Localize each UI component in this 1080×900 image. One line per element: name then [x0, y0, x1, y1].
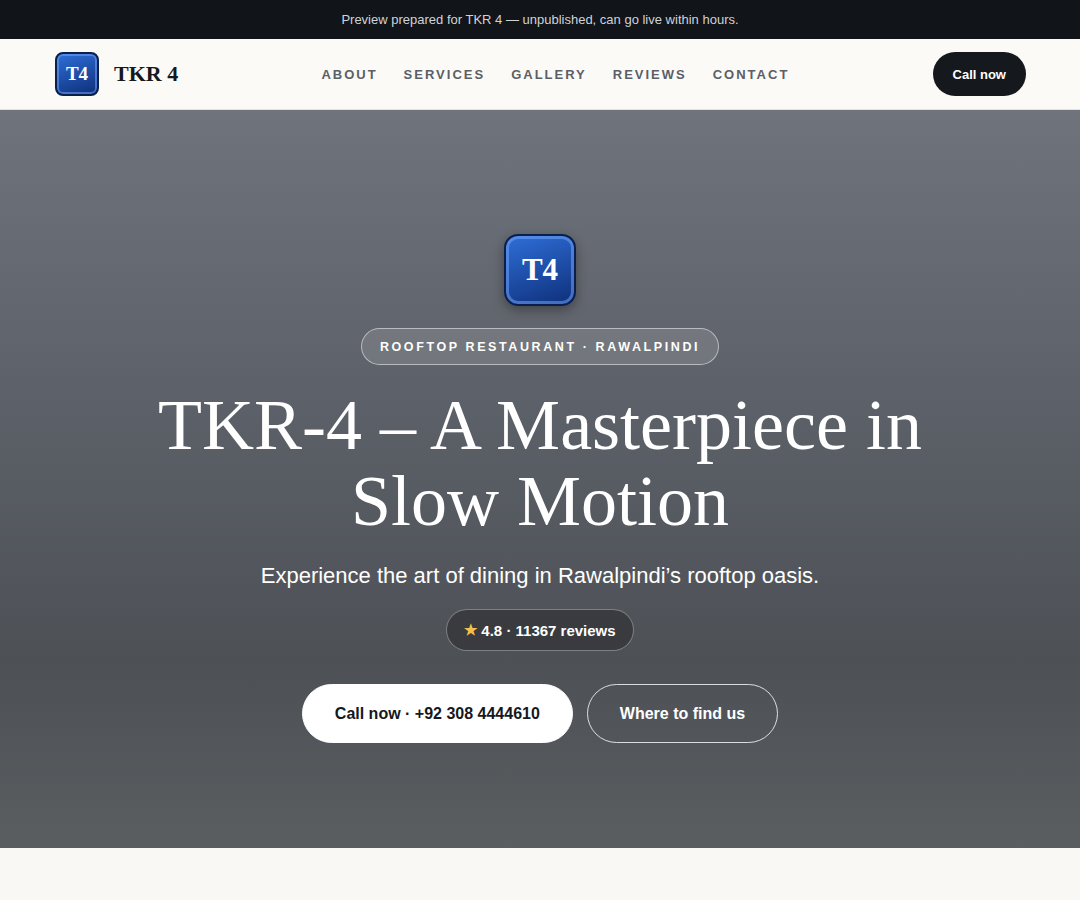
hero-logo-icon: T4	[504, 234, 576, 306]
star-icon: ★	[464, 621, 477, 639]
brand[interactable]: T4 TKR 4	[55, 52, 178, 96]
preview-banner: Preview prepared for TKR 4 — unpublished…	[0, 0, 1080, 39]
hero-actions: Call now · +92 308 4444610Where to find …	[302, 684, 778, 743]
banner-text: Preview prepared for TKR 4 — unpublished…	[341, 12, 738, 27]
nav-link[interactable]: SERVICES	[404, 67, 486, 82]
logo-icon: T4	[55, 52, 99, 96]
call-button[interactable]: Call now	[933, 52, 1026, 96]
site-header: T4 TKR 4 ABOUT SERVICES GALLERY REVIEWS CONTAC…	[0, 39, 1080, 110]
rating-text: 4.8 · 11367 reviews	[481, 622, 615, 639]
hero-subtitle: Experience the art of dining in Rawalpin…	[261, 563, 819, 589]
hero-button[interactable]: Call now · +92 308 4444610	[302, 684, 573, 743]
hero: T4 ROOFTOP RESTAURANT · RAWALPINDI TKR-4 –…	[0, 110, 1080, 848]
brand-name: TKR 4	[114, 61, 178, 87]
next-section	[0, 848, 1080, 900]
hero-badge: ROOFTOP RESTAURANT · RAWALPINDI	[361, 328, 719, 365]
nav-link[interactable]: ABOUT	[321, 67, 377, 82]
page: Preview prepared for TKR 4 — unpublished…	[0, 0, 1080, 900]
nav-link[interactable]: REVIEWS	[613, 67, 687, 82]
nav-links: ABOUT SERVICES GALLERY REVIEWS CONTACT	[321, 67, 789, 82]
rating-pill: ★4.8 · 11367 reviews	[446, 609, 633, 651]
hero-title: TKR-4 – A Masterpiece in Slow Motion	[150, 387, 930, 539]
nav-link[interactable]: CONTACT	[713, 67, 790, 82]
hero-button[interactable]: Where to find us	[587, 684, 778, 743]
nav-link[interactable]: GALLERY	[511, 67, 587, 82]
